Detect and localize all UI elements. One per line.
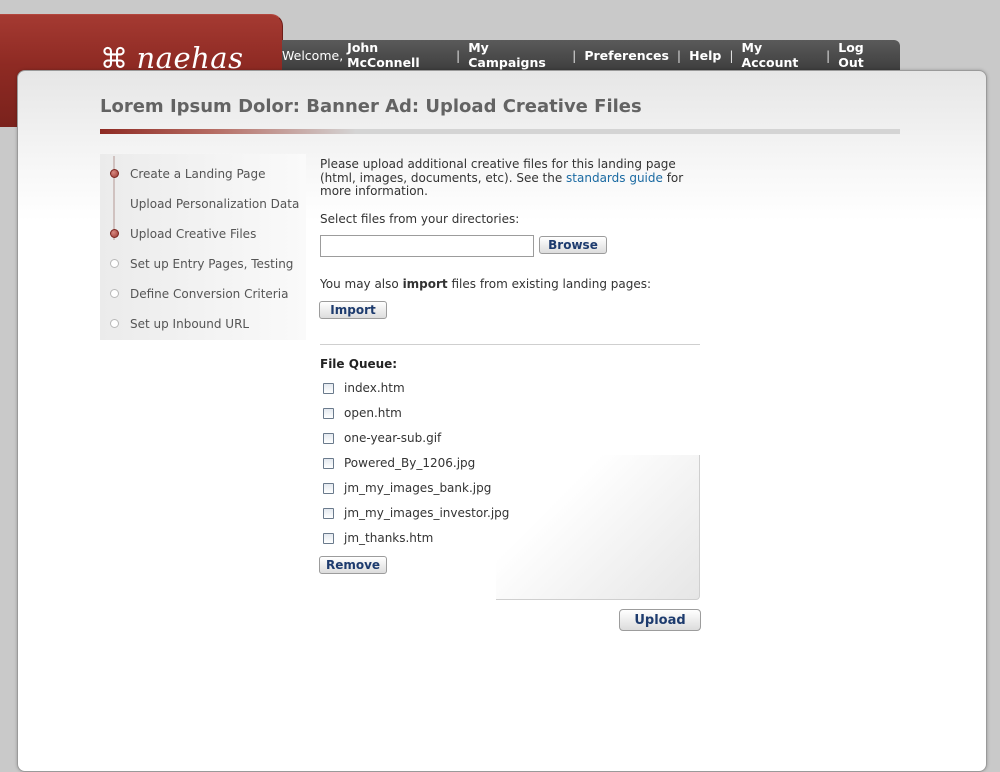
- queue-item-filename: Powered_By_1206.jpg: [344, 456, 476, 470]
- file-path-input[interactable]: [320, 235, 534, 257]
- browse-button[interactable]: Browse: [539, 236, 607, 254]
- file-queue-title: File Queue:: [320, 357, 398, 371]
- queue-item-filename: jm_my_images_bank.jpg: [344, 481, 492, 495]
- nav-separator: |: [572, 47, 577, 63]
- step-create-landing-page[interactable]: Create a Landing Page: [100, 164, 306, 184]
- nav-separator: |: [826, 47, 831, 63]
- step-upload-creative-files[interactable]: Upload Creative Files: [100, 224, 306, 244]
- nav-separator: |: [456, 47, 461, 63]
- queue-item-filename: jm_my_images_investor.jpg: [344, 506, 510, 520]
- standards-guide-link[interactable]: standards guide: [566, 171, 663, 185]
- remove-button[interactable]: Remove: [319, 556, 387, 574]
- queue-item-filename: one-year-sub.gif: [344, 431, 442, 445]
- file-queue-panel: [496, 455, 700, 600]
- nav-my-campaigns[interactable]: My Campaigns: [468, 40, 564, 70]
- queue-item: jm_thanks.htm: [323, 530, 433, 546]
- import-text-bold: import: [402, 277, 448, 291]
- step-conversion-criteria[interactable]: Define Conversion Criteria: [100, 284, 306, 304]
- user-name: John McConnell: [347, 40, 420, 70]
- step-pending-icon: [110, 259, 119, 268]
- queue-item: open.htm: [323, 405, 402, 421]
- queue-item-checkbox[interactable]: [323, 407, 334, 419]
- import-text: You may also import files from existing …: [320, 277, 651, 291]
- page-title: Lorem Ipsum Dolor: Banner Ad: Upload Cre…: [100, 96, 642, 117]
- import-button[interactable]: Import: [319, 301, 387, 319]
- queue-item-checkbox[interactable]: [323, 382, 334, 394]
- intro-text: Please upload additional creative files …: [320, 157, 700, 199]
- section-divider: [320, 344, 700, 345]
- top-nav: Welcome, John McConnell | My Campaigns |…: [282, 40, 900, 70]
- import-text-prefix: You may also: [320, 277, 403, 291]
- import-text-suffix: files from existing landing pages:: [447, 277, 652, 291]
- queue-item-checkbox[interactable]: [323, 457, 334, 469]
- step-label: Set up Inbound URL: [130, 317, 250, 331]
- step-complete-icon: [110, 169, 119, 178]
- step-pending-icon: [110, 289, 119, 298]
- queue-item: index.htm: [323, 380, 405, 396]
- nav-log-out[interactable]: Log Out: [838, 40, 890, 70]
- select-files-label: Select files from your directories:: [320, 212, 520, 226]
- queue-item: jm_my_images_investor.jpg: [323, 505, 509, 521]
- step-current-icon: [110, 229, 119, 238]
- step-label: Define Conversion Criteria: [130, 287, 289, 301]
- steps-sidebar: Create a Landing Page Upload Personaliza…: [100, 154, 306, 340]
- step-label: Upload Personalization Data: [130, 197, 300, 211]
- step-upload-personalization-data[interactable]: Upload Personalization Data: [100, 194, 306, 214]
- step-inbound-url[interactable]: Set up Inbound URL: [100, 314, 306, 334]
- step-label: Upload Creative Files: [130, 227, 257, 241]
- nav-my-account[interactable]: My Account: [742, 40, 818, 70]
- upload-button[interactable]: Upload: [619, 609, 701, 631]
- queue-item-filename: open.htm: [344, 406, 402, 420]
- nav-separator: |: [729, 47, 734, 63]
- queue-item: jm_my_images_bank.jpg: [323, 480, 491, 496]
- queue-item: one-year-sub.gif: [323, 430, 441, 446]
- step-entry-pages-testing[interactable]: Set up Entry Pages, Testing: [100, 254, 306, 274]
- nav-separator: |: [676, 47, 682, 63]
- queue-item-checkbox[interactable]: [323, 532, 334, 544]
- queue-item-checkbox[interactable]: [323, 482, 334, 494]
- nav-help[interactable]: Help: [689, 48, 721, 63]
- step-pending-icon: [110, 319, 119, 328]
- queue-item: Powered_By_1206.jpg: [323, 455, 475, 471]
- queue-item-checkbox[interactable]: [323, 507, 334, 519]
- step-label: Create a Landing Page: [130, 167, 266, 181]
- queue-item-filename: jm_thanks.htm: [344, 531, 434, 545]
- nav-preferences[interactable]: Preferences: [584, 48, 669, 63]
- title-divider: [100, 129, 900, 134]
- queue-item-checkbox[interactable]: [323, 432, 334, 444]
- step-label: Set up Entry Pages, Testing: [130, 257, 294, 271]
- welcome-text: Welcome,: [282, 47, 344, 63]
- queue-item-filename: index.htm: [344, 381, 405, 395]
